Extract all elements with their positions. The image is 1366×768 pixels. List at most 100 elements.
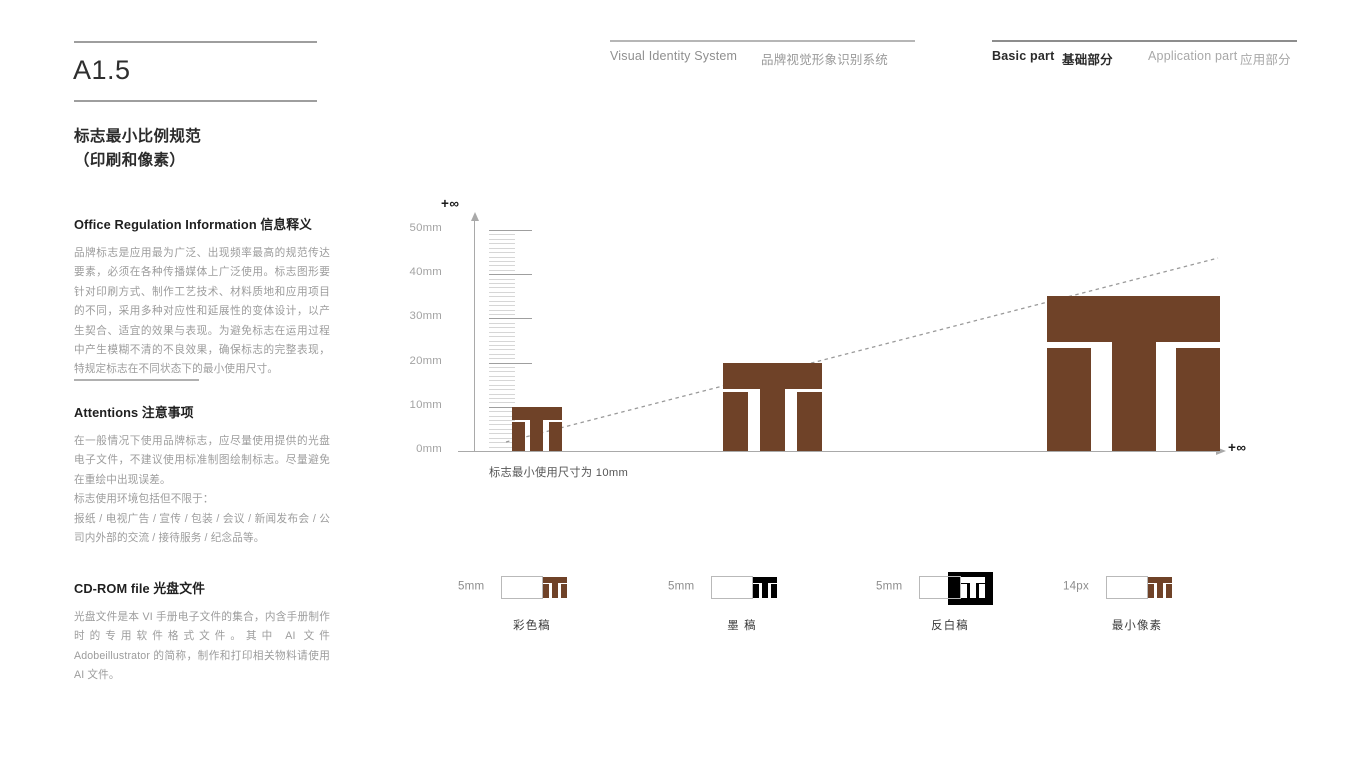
section-body: 在一般情况下使用品牌标志，应尽量使用提供的光盘电子文件，不建议使用标准制图绘制标…: [74, 435, 330, 545]
logo-center-stem: [1111, 296, 1156, 451]
section-attentions: Attentions 注意事项 在一般情况下使用品牌标志，应尽量使用提供的光盘电…: [74, 402, 330, 548]
ruler-minor-tick: [489, 247, 515, 249]
y-axis-arrow-icon: [471, 212, 479, 221]
ruler-minor-tick: [489, 283, 515, 285]
specimen-logo-ink: [753, 577, 777, 598]
ruler-minor-tick: [489, 389, 515, 391]
section-body: 光盘文件是本 VI 手册电子文件的集合，内含手册制作时的专用软件格式文件。其中 …: [74, 611, 330, 682]
ruler-minor-tick: [489, 252, 515, 254]
section-heading: Attentions 注意事项: [74, 405, 194, 420]
specimen-measure-box: [711, 576, 753, 599]
section-divider: [74, 379, 199, 381]
logo-left-pillar: [753, 584, 759, 598]
logo-left-pillar: [1047, 348, 1092, 451]
measurement-ruler: [489, 224, 535, 450]
ruler-minor-tick: [489, 269, 515, 271]
y-axis-infinity-label: +∞: [441, 196, 460, 211]
ruler-minor-tick: [489, 393, 515, 395]
ruler-major-tick: [489, 362, 532, 364]
ruler-minor-tick: [489, 411, 515, 413]
ruler-minor-tick: [489, 327, 515, 329]
chart-note: 标志最小使用尺寸为 10mm: [489, 467, 629, 479]
ruler-minor-tick: [489, 309, 515, 311]
ruler-minor-tick: [489, 287, 515, 289]
ruler-minor-tick: [489, 371, 515, 373]
logo-left-pillar: [1148, 584, 1154, 598]
ruler-major-tick: [489, 318, 532, 320]
section-cdrom-file: CD-ROM file 光盘文件 光盘文件是本 VI 手册电子文件的集合，内含手…: [74, 578, 330, 686]
ruler-minor-tick: [489, 428, 515, 430]
page-code-rule-top: [74, 41, 317, 43]
ruler-minor-tick: [489, 331, 515, 333]
section-office-regulation: Office Regulation Information 信息释义 品牌标志是…: [74, 214, 330, 380]
ruler-minor-tick: [489, 322, 515, 324]
ruler-minor-tick: [489, 256, 515, 258]
section-body: 品牌标志是应用最为广泛、出现频率最高的规范传达要素，必须在各种传播媒体上广泛使用…: [74, 247, 330, 376]
vi-manual-page: Visual Identity System 品牌视觉形象识别系统 Basic …: [0, 0, 1366, 768]
logo-right-pillar: [1176, 348, 1221, 451]
logo-center-stem: [761, 577, 768, 598]
header-application-part-en[interactable]: Application part: [1148, 49, 1237, 63]
chart-logo-2: [723, 362, 822, 451]
y-tick-label: 10mm: [409, 398, 442, 411]
logo-left-pillar: [512, 421, 525, 451]
y-tick-label: 30mm: [409, 310, 442, 323]
ruler-minor-tick: [489, 367, 515, 369]
ruler-minor-tick: [489, 397, 515, 399]
specimen-size-label: 5mm: [876, 579, 903, 593]
logo-center-stem: [1156, 577, 1163, 598]
specimen-logo-reverse: [961, 577, 985, 598]
ruler-minor-tick: [489, 234, 515, 236]
ruler-minor-tick: [489, 278, 515, 280]
ruler-minor-tick: [489, 384, 515, 386]
ruler-minor-tick: [489, 313, 515, 315]
logo-right-pillar: [978, 584, 985, 598]
specimen-caption: 最小像素: [1111, 620, 1163, 632]
ruler-minor-tick: [489, 296, 515, 298]
specimen-caption: 彩色稿: [513, 620, 551, 632]
logo-left-pillar: [723, 392, 749, 451]
ruler-minor-tick: [489, 291, 515, 293]
x-axis-line: [458, 451, 1220, 452]
specimen-measure-box: [1106, 576, 1148, 599]
y-tick-label: 40mm: [409, 266, 442, 279]
header-visual-identity-cn: 品牌视觉形象识别系统: [761, 53, 889, 67]
ruler-minor-tick: [489, 336, 515, 338]
logo-right-pillar: [1165, 584, 1172, 598]
logo-center-stem: [530, 406, 544, 451]
logo-right-pillar: [796, 392, 822, 451]
logo-right-pillar: [560, 584, 567, 598]
specimen-logo-pixel: [1148, 577, 1172, 598]
chart-logo-3: [1047, 296, 1221, 451]
header-basic-part-cn[interactable]: 基础部分: [1062, 49, 1113, 68]
header-application-part-cn[interactable]: 应用部分: [1240, 49, 1291, 68]
ruler-minor-tick: [489, 420, 515, 422]
specimen-size-label: 14px: [1063, 579, 1089, 593]
ruler-minor-tick: [489, 340, 515, 342]
ruler-minor-tick: [489, 344, 515, 346]
logo-right-pillar: [770, 584, 777, 598]
y-tick-label: 50mm: [409, 222, 442, 234]
specimen-measure-box: [919, 576, 961, 599]
logo-center-stem: [551, 577, 558, 598]
y-tick-label: 20mm: [409, 354, 442, 367]
specimen-ink: 5mm 墨 稿: [668, 572, 818, 632]
specimen-size-label: 5mm: [668, 579, 695, 593]
x-axis-arrow-icon: [1216, 447, 1226, 455]
header-right-rule: [992, 40, 1297, 42]
ruler-major-tick: [489, 406, 532, 408]
header-basic-part-en[interactable]: Basic part: [992, 49, 1054, 63]
specimen-reverse: 5mm 反白稿: [876, 572, 1026, 632]
specimen-caption: 墨 稿: [727, 620, 757, 632]
ruler-minor-tick: [489, 375, 515, 377]
ruler-minor-tick: [489, 305, 515, 307]
logo-top-bar: [723, 362, 822, 389]
y-tick-label: 0mm: [416, 443, 442, 455]
chart-logo-1: [512, 406, 562, 451]
specimen-size-label: 5mm: [458, 579, 485, 593]
ruler-minor-tick: [489, 380, 515, 382]
logo-top-bar: [512, 406, 562, 420]
ruler-minor-tick: [489, 243, 515, 245]
section-heading: Office Regulation Information 信息释义: [74, 217, 313, 232]
ruler-minor-tick: [489, 433, 515, 435]
